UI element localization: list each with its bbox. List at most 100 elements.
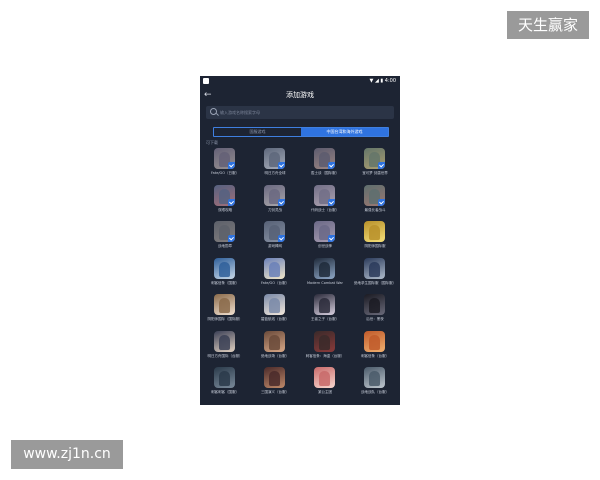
game-character [219, 298, 230, 313]
game-item[interactable]: 游戏棒网 [250, 221, 300, 257]
game-item[interactable]: 战地勋章 [200, 221, 250, 257]
game-item[interactable]: 阴阳师国际（国际服） [200, 294, 250, 330]
game-item[interactable]: 绝地求生国际服（国际服） [350, 257, 400, 294]
game-icon [364, 330, 385, 352]
game-character [219, 261, 230, 277]
game-character [369, 371, 380, 386]
checkmark-icon [228, 198, 235, 206]
game-character [319, 334, 330, 350]
game-item[interactable]: 代码战士（台服） [300, 184, 350, 221]
tab-overseas[interactable]: 中国台湾和海外游戏 [301, 128, 388, 136]
game-icon [314, 221, 335, 242]
game-label: 明日方舟全球 [264, 171, 286, 175]
game-icon [364, 148, 385, 169]
game-item[interactable]: Fate/GO（日服） [200, 148, 250, 184]
game-label: 双眼攻略 [218, 207, 232, 212]
game-character [369, 298, 380, 313]
game-item[interactable]: 最强长者战斗 [350, 184, 400, 221]
region-tabs: 国服游戏 中国台湾和海外游戏 [213, 127, 389, 137]
tab-domestic[interactable]: 国服游戏 [214, 128, 301, 136]
game-label: 最强长者战斗 [364, 207, 386, 212]
game-label: 胜士谈（国际服） [311, 171, 339, 175]
game-item[interactable]: 碧蓝航线（台服） [250, 294, 300, 330]
game-icon [214, 294, 235, 315]
game-label: Fate/GO（日服） [210, 171, 239, 175]
game-character [219, 371, 230, 386]
game-label: 后世：黑夜 [366, 317, 384, 321]
game-item[interactable]: 某公主团 [300, 367, 350, 403]
game-icon [364, 257, 385, 279]
game-icon [264, 367, 285, 388]
game-item[interactable]: 刺客信条（国服） [200, 257, 250, 294]
game-label: 刺客信条（台服） [361, 353, 389, 358]
game-icon [314, 330, 335, 352]
game-icon [314, 184, 335, 206]
game-label: 刺客刺客（国服） [211, 390, 239, 394]
section-label: 可下载 [206, 140, 218, 145]
game-icon [264, 257, 285, 279]
game-label: 阴阳师国际服 [364, 244, 386, 248]
game-item[interactable]: 创世战神 [300, 221, 350, 257]
status-icons: ▼ ◢ ▮ 4:00 [370, 76, 397, 87]
wifi-icon: ▼ [369, 78, 374, 84]
game-icon [364, 367, 385, 388]
game-item[interactable]: 刺客信条（台服） [350, 330, 400, 367]
game-item[interactable]: 明日方舟全球 [250, 148, 300, 184]
phone-screen: ▼ ◢ ▮ 4:00 添加游戏 ← 输入游戏名称搜索字母 国服游戏 中国台湾和海… [200, 76, 400, 405]
game-label: 刀剑灵战 [268, 207, 282, 212]
game-icon [314, 294, 335, 315]
game-icon [314, 148, 335, 169]
game-icon [264, 294, 285, 315]
game-item[interactable]: 战地战队（台服） [350, 367, 400, 403]
checkmark-icon [278, 198, 285, 206]
game-item[interactable]: 明日方舟国际（台服） [200, 330, 250, 367]
game-item[interactable]: 王者之子（台服） [300, 294, 350, 330]
game-character [319, 371, 330, 386]
game-item[interactable]: 宝可梦 剑盾世界 [350, 148, 400, 184]
checkmark-icon [278, 235, 285, 242]
status-bar: ▼ ◢ ▮ 4:00 [200, 76, 400, 87]
back-arrow-icon[interactable]: ← [204, 88, 212, 102]
game-item[interactable]: Fate/GO（台服） [250, 257, 300, 294]
game-icon [214, 257, 235, 279]
game-label: 某公主团 [318, 390, 332, 394]
game-icon [264, 221, 285, 242]
game-label: 三国演义（台服） [261, 390, 289, 394]
game-item[interactable]: 后世：黑夜 [350, 294, 400, 330]
game-label: Fate/GO（台服） [260, 280, 289, 285]
game-item[interactable]: 阴阳师国际服 [350, 221, 400, 257]
checkmark-icon [328, 162, 335, 169]
game-character [269, 261, 280, 277]
game-character [369, 334, 380, 350]
game-item[interactable]: 三国演义（台服） [250, 367, 300, 403]
game-item[interactable]: 刺客信条：海盗（台服） [300, 330, 350, 367]
checkmark-icon [378, 198, 385, 206]
signal-icon: ◢ [374, 78, 379, 84]
game-item[interactable]: Modern Combat War [300, 257, 350, 294]
game-character [319, 298, 330, 313]
game-label: 阴阳师国际（国际服） [207, 317, 243, 321]
game-item[interactable]: 刀剑灵战 [250, 184, 300, 221]
game-icon [264, 184, 285, 206]
game-item[interactable]: 绝地战场（台服） [250, 330, 300, 367]
game-icon [314, 367, 335, 388]
game-character [269, 298, 280, 313]
game-icon [364, 294, 385, 315]
game-icon [364, 184, 385, 206]
game-label: 战地勋章 [218, 244, 232, 248]
game-item[interactable]: 双眼攻略 [200, 184, 250, 221]
game-icon [264, 330, 285, 352]
app-notification-icon [203, 78, 209, 84]
game-item[interactable]: 胜士谈（国际服） [300, 148, 350, 184]
game-character [319, 261, 330, 277]
game-character [269, 334, 280, 350]
search-input[interactable]: 输入游戏名称搜索字母 [206, 106, 394, 119]
watermark-top: 天生赢家 [507, 11, 589, 39]
game-label: 创世战神 [318, 244, 332, 248]
checkmark-icon [328, 198, 335, 206]
status-time: 4:00 [384, 78, 396, 84]
game-icon [264, 148, 285, 169]
game-label: 碧蓝航线（台服） [261, 317, 289, 321]
game-item[interactable]: 刺客刺客（国服） [200, 367, 250, 403]
game-character [369, 261, 380, 277]
